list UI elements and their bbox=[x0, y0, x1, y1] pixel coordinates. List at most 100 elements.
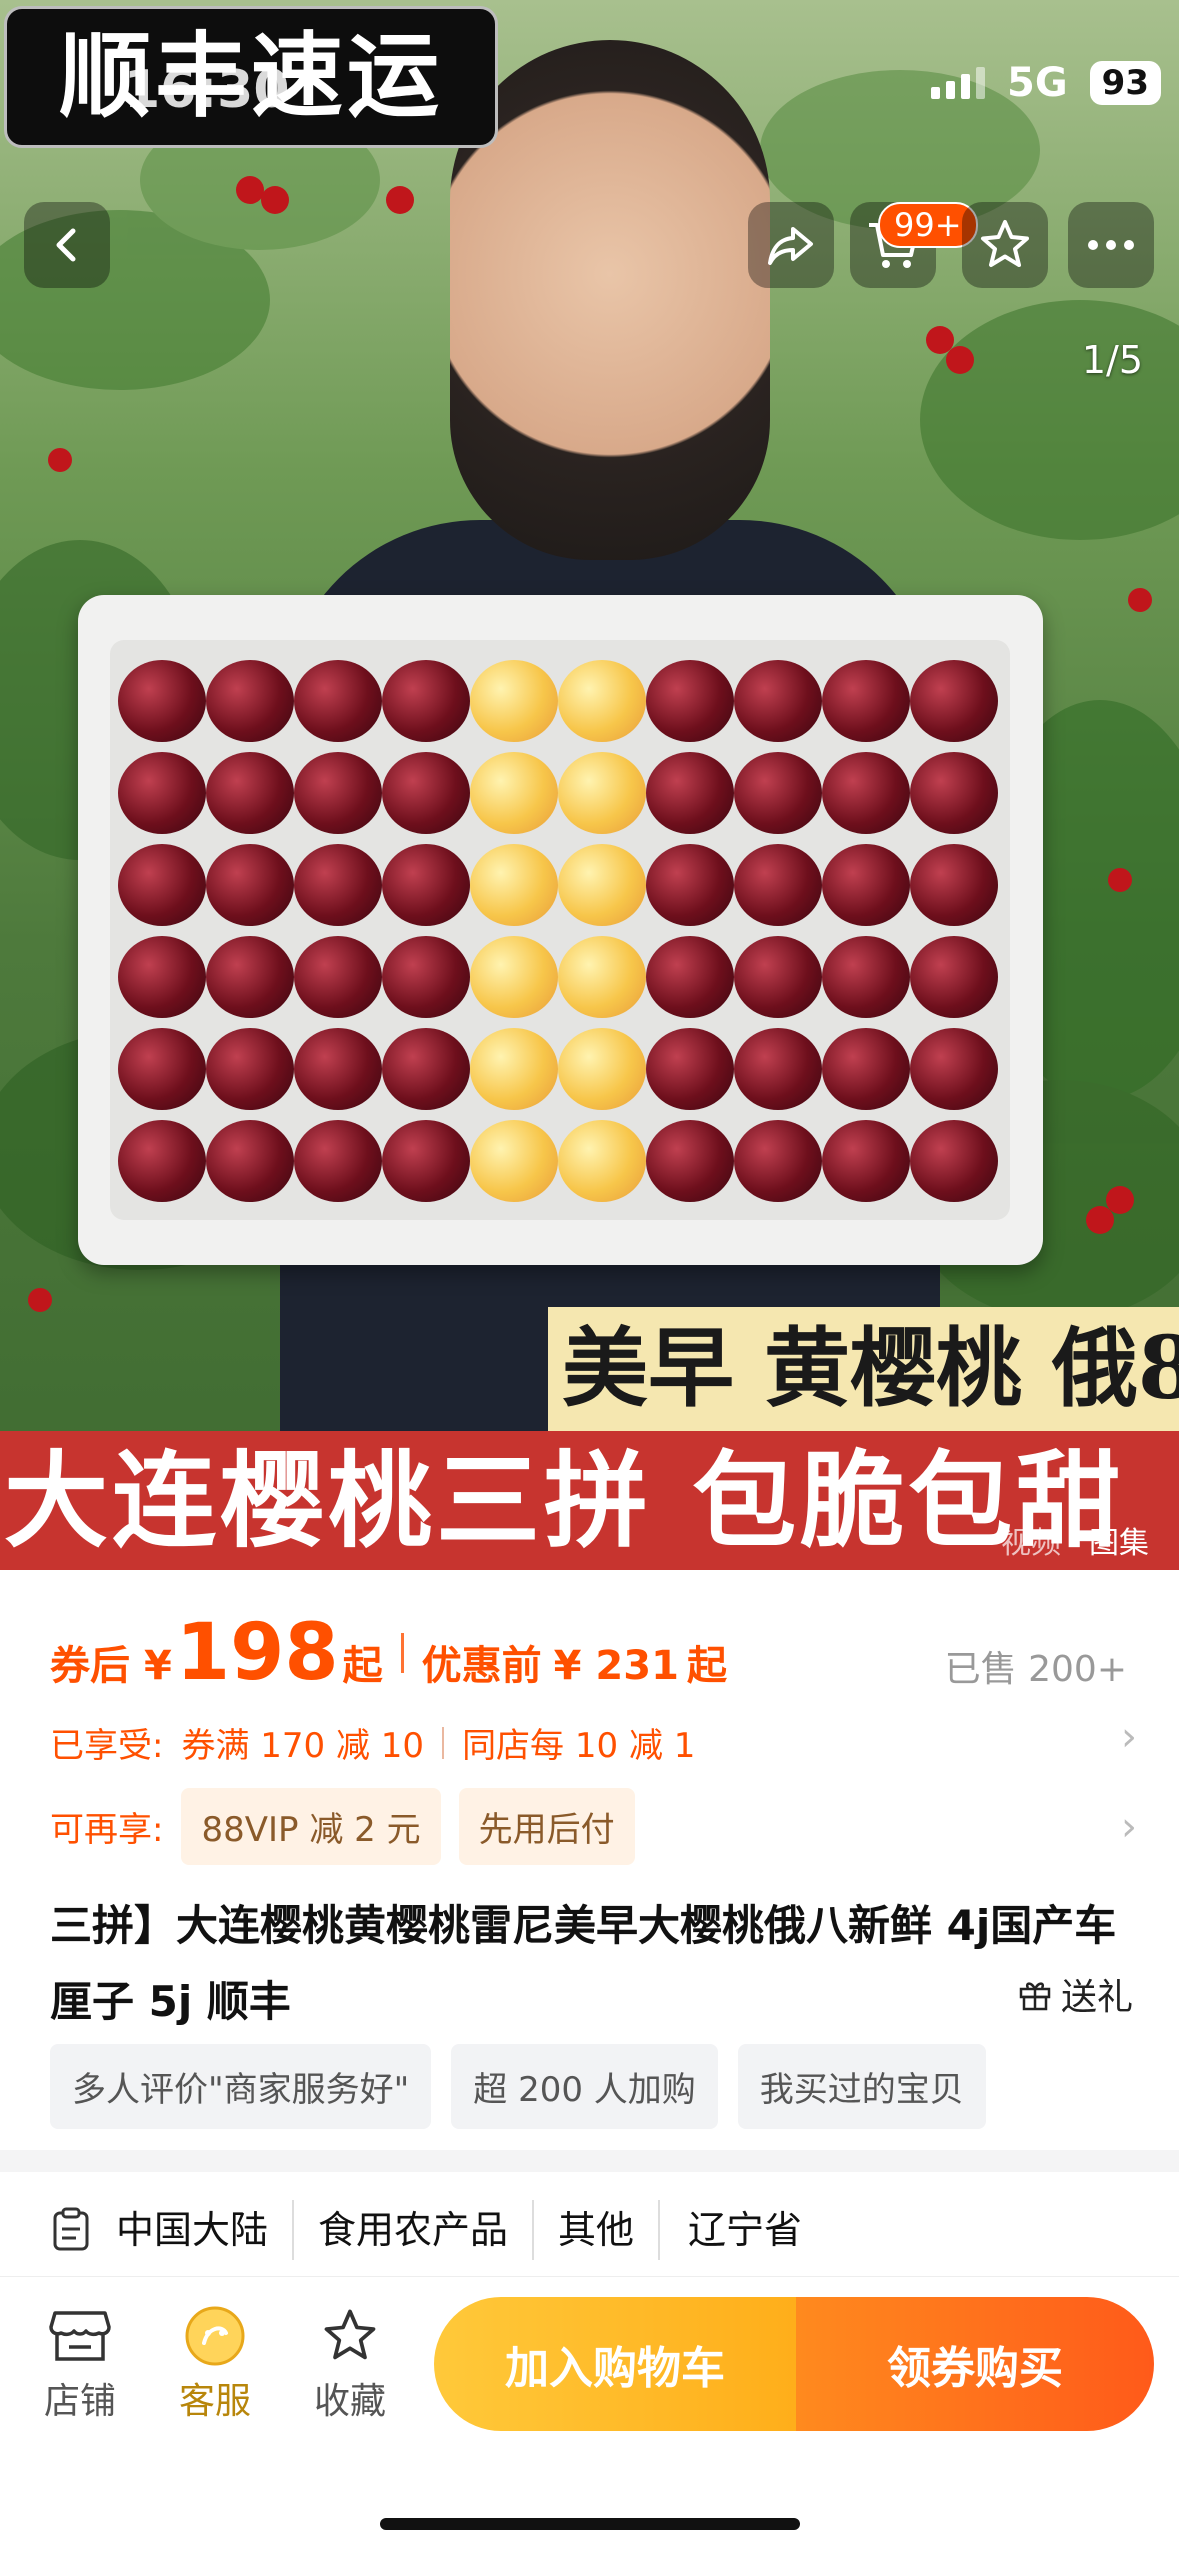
cherry bbox=[822, 844, 910, 926]
store-icon bbox=[49, 2311, 111, 2361]
cherry bbox=[206, 1028, 294, 1110]
favorite-label: 收藏 bbox=[313, 2381, 386, 2422]
cherry bbox=[646, 752, 734, 834]
tab-video[interactable]: 视频 bbox=[1001, 1518, 1061, 1562]
more-button[interactable] bbox=[1068, 202, 1154, 288]
add-to-cart-button[interactable]: 加入购物车 bbox=[434, 2297, 796, 2431]
star-outline-icon bbox=[324, 2309, 376, 2360]
spec-other: 其他 bbox=[534, 2200, 661, 2260]
after-coupon-price: 198 bbox=[175, 1608, 339, 1698]
section-divider bbox=[0, 2150, 1179, 2172]
store-button[interactable]: 店铺 bbox=[20, 2300, 140, 2424]
tag-bought-before[interactable]: 我买过的宝贝 bbox=[737, 2044, 986, 2129]
vip-chip: 88VIP 减 2 元 bbox=[181, 1788, 441, 1865]
more-promos-row[interactable]: 可再享: 88VIP 减 2 元 先用后付 bbox=[50, 1788, 1139, 1865]
cherry bbox=[118, 1120, 206, 1202]
favorite-button[interactable]: 收藏 bbox=[290, 2300, 410, 2424]
spec-row[interactable]: 中国大陆 食用农产品 其他 辽宁省 bbox=[50, 2200, 826, 2260]
cherry bbox=[294, 1120, 382, 1202]
network-label: 5G bbox=[1007, 60, 1068, 106]
cherry bbox=[646, 1120, 734, 1202]
service-label: 客服 bbox=[178, 2381, 251, 2422]
before-price: ¥ 231 bbox=[553, 1643, 679, 1689]
tag-cart-count[interactable]: 超 200 人加购 bbox=[451, 2044, 718, 2129]
cherry bbox=[294, 936, 382, 1018]
back-button[interactable] bbox=[24, 202, 110, 288]
cherry bbox=[206, 1120, 294, 1202]
tag-reviews[interactable]: 多人评价"商家服务好" bbox=[50, 2044, 432, 2129]
cherry bbox=[294, 660, 382, 742]
cherry bbox=[734, 660, 822, 742]
cherry bbox=[470, 752, 558, 834]
after-coupon-label: 券后 bbox=[50, 1643, 130, 1689]
cherry bbox=[822, 752, 910, 834]
sold-count: 已售 200+ bbox=[944, 1649, 1127, 1690]
cherry bbox=[910, 660, 998, 742]
cherry bbox=[910, 1028, 998, 1110]
home-indicator bbox=[380, 2518, 800, 2530]
share-button[interactable] bbox=[748, 202, 834, 288]
before-suffix: 起 bbox=[686, 1643, 727, 1689]
enjoyed-promos-row[interactable]: 已享受: 券满 170 减 10 同店每 10 减 1 bbox=[50, 1718, 1139, 1767]
star-icon bbox=[981, 220, 1029, 267]
product-title: 三拼】大连樱桃黄樱桃雷尼美早大樱桃俄八新鲜 4j国产车厘子 5j 顺丰 bbox=[50, 1901, 1117, 2026]
cherry bbox=[382, 752, 470, 834]
cherry bbox=[206, 844, 294, 926]
cherry bbox=[822, 660, 910, 742]
status-bar-right: 5G 93 bbox=[931, 60, 1161, 106]
cherry bbox=[822, 936, 910, 1018]
spec-origin: 中国大陆 bbox=[92, 2200, 295, 2260]
more-label: 可再享: bbox=[50, 1810, 164, 1850]
customer-service-icon bbox=[185, 2306, 245, 2366]
signal-icon bbox=[931, 67, 985, 99]
cherry bbox=[558, 1120, 646, 1202]
cherry bbox=[118, 660, 206, 742]
pay-later-chip: 先用后付 bbox=[458, 1788, 635, 1865]
cherry bbox=[734, 1120, 822, 1202]
person-head bbox=[450, 40, 770, 560]
spec-province: 辽宁省 bbox=[688, 2208, 803, 2252]
chevron-right-icon: › bbox=[1121, 1714, 1137, 1760]
cherry bbox=[910, 936, 998, 1018]
variety-banner: 美早 黄樱桃 俄8 bbox=[548, 1307, 1179, 1431]
price-divider bbox=[400, 1633, 404, 1673]
cherry bbox=[206, 936, 294, 1018]
gift-icon bbox=[1019, 1982, 1051, 2011]
status-time: 16:30 bbox=[124, 60, 290, 120]
cherry bbox=[910, 844, 998, 926]
spec-category: 食用农产品 bbox=[294, 2200, 535, 2260]
promo-divider bbox=[442, 1726, 445, 1759]
customer-service-button[interactable]: 客服 bbox=[155, 2300, 275, 2424]
price-row: 券后 ¥ 198 起 优惠前 ¥ 231 起 bbox=[50, 1608, 727, 1698]
chevron-left-icon bbox=[56, 228, 76, 262]
cherry bbox=[206, 660, 294, 742]
media-tabs: 视频 图集 bbox=[1001, 1518, 1149, 1562]
gift-button[interactable]: 送礼 bbox=[1017, 1968, 1133, 2020]
chevron-right-icon: › bbox=[1121, 1804, 1137, 1850]
favorite-top-button[interactable] bbox=[962, 202, 1048, 288]
cherry bbox=[470, 1120, 558, 1202]
cherry bbox=[382, 660, 470, 742]
cherry bbox=[118, 936, 206, 1018]
buy-with-coupon-button[interactable]: 领券购买 bbox=[796, 2297, 1154, 2431]
cherry bbox=[822, 1028, 910, 1110]
promo-coupon: 券满 170 减 10 bbox=[181, 1726, 425, 1766]
enjoyed-label: 已享受: bbox=[50, 1726, 164, 1766]
cherry bbox=[646, 1028, 734, 1110]
after-coupon-suffix: 起 bbox=[342, 1643, 383, 1689]
cherry bbox=[118, 844, 206, 926]
battery-icon: 93 bbox=[1089, 61, 1161, 105]
product-tags: 多人评价"商家服务好" 超 200 人加购 我买过的宝贝 bbox=[50, 2044, 986, 2129]
cherry bbox=[646, 660, 734, 742]
cherry bbox=[910, 1120, 998, 1202]
cherry bbox=[734, 844, 822, 926]
gift-label: 送礼 bbox=[1060, 1977, 1133, 2018]
cherry bbox=[294, 752, 382, 834]
cherry bbox=[646, 936, 734, 1018]
cherry bbox=[558, 660, 646, 742]
cherry bbox=[206, 752, 294, 834]
cherry bbox=[382, 1120, 470, 1202]
tab-gallery[interactable]: 图集 bbox=[1089, 1518, 1149, 1562]
cherry bbox=[294, 844, 382, 926]
cherry bbox=[470, 660, 558, 742]
